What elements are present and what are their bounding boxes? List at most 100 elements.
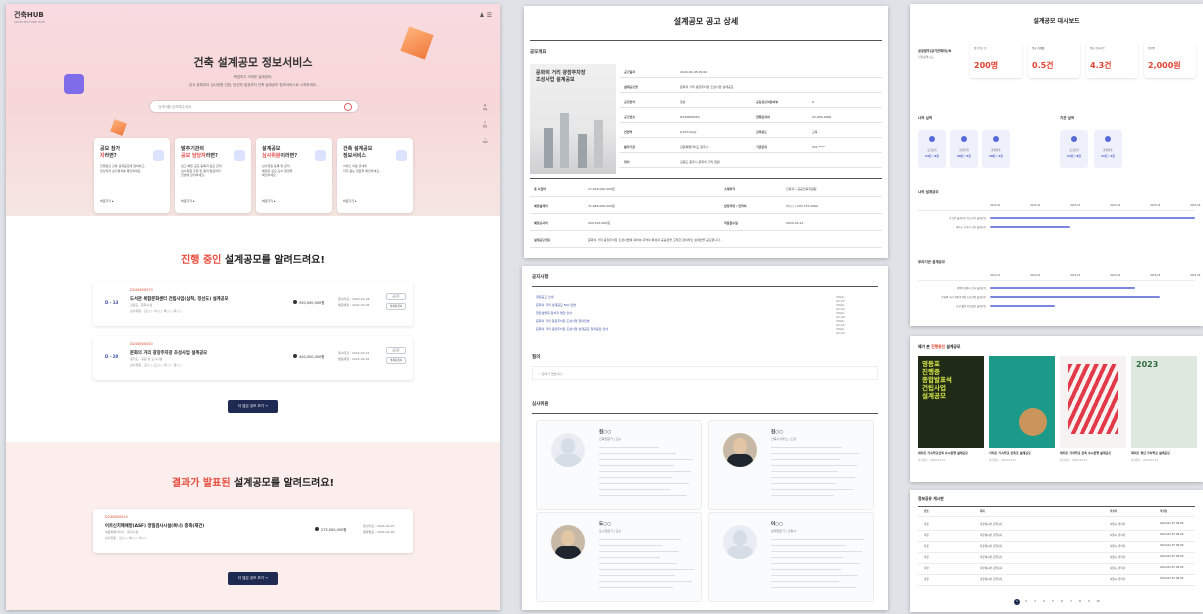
role-card-link[interactable]: 바로가기 ▸: [100, 199, 114, 203]
role-card-link[interactable]: 바로가기 ▸: [181, 199, 195, 203]
stat-card: 평균 경쟁률 0.5건: [1028, 42, 1080, 78]
user-icon[interactable]: ♟: [479, 12, 484, 19]
competition-title[interactable]: 대지조 가지학교 건축 수시진행 설계공모: [1060, 451, 1128, 455]
competition-title[interactable]: 어르신치매예방(ASF) 정밀검사시설(복나) 증축(재건): [105, 523, 204, 529]
jury-card[interactable]: 김○○ 건축사사무소 | 소장: [708, 420, 874, 510]
notice-file-button[interactable]: 공고문: [386, 293, 406, 300]
jury-card[interactable]: 도○○ 도시전문가 | 교수: [536, 512, 702, 602]
quick-list-button[interactable]: ▤ 목록: [478, 104, 492, 111]
stat-card: 진행중 2,000원: [1144, 42, 1196, 78]
role-card-link[interactable]: 바로가기 ▸: [343, 199, 357, 203]
competition-title[interactable]: 대지조 기숙학교건축 수시진행 설계공모: [918, 451, 986, 455]
menu-icon[interactable]: ☰: [487, 12, 492, 19]
site-logo[interactable]: 건축HUB ARCHITECTURE HUB: [14, 10, 45, 24]
notice-item[interactable]: 현장설명회 참석자 명단 안내 2024-02-20: [536, 311, 845, 319]
career-line: [599, 539, 681, 540]
gantt-bar[interactable]: [990, 226, 1070, 228]
board-divider: [918, 574, 1195, 575]
board-post-title[interactable]: 자유게시판 글입니다: [980, 577, 1002, 581]
competition-poster[interactable]: 영등포 진행중 종합발표석 건립사업 설계공모: [918, 356, 984, 448]
search-input[interactable]: 검색어를 입력해주세요: [149, 100, 359, 113]
result-row[interactable]: D240800010 어르신치매예방(ASF) 정밀검사시설(복나) 증축(재건)…: [93, 509, 413, 553]
career-line: [771, 465, 857, 466]
role-card[interactable]: 건축 설계공모 정보서비스 서비스 이용 안내와 자주 묻는 질문을 확인하세요. 바…: [337, 138, 413, 213]
gantt-bar[interactable]: [990, 305, 1055, 307]
coin-icon: [315, 527, 319, 531]
page-number[interactable]: 6: [1059, 599, 1065, 605]
stat-label: 진행중: [1148, 47, 1155, 50]
scroll-top-button[interactable]: ↑ TOP: [478, 138, 492, 144]
competition-row[interactable]: D240800070 D - 13 도서관 복합문화센터 건립사업(삼척, 정선도)…: [93, 282, 413, 326]
more-result-button[interactable]: 더 많은 공모 보기 →: [228, 572, 278, 585]
gallery-heading: 제가 본 진행중인 설계공모: [918, 344, 961, 349]
board-post-title[interactable]: 자유게시판 글입니다: [980, 544, 1002, 548]
board-post-title[interactable]: 자유게시판 글입니다: [980, 555, 1002, 559]
notice-item[interactable]: 문화의 거리 설계공모 FAQ 답변 2024-02-23: [536, 303, 845, 311]
competition-poster[interactable]: [1060, 356, 1126, 448]
more-ongoing-button[interactable]: 더 많은 공모 보기 →: [228, 400, 278, 413]
board-post-title[interactable]: 자유게시판 글입니다: [980, 522, 1002, 526]
career-line: [771, 539, 864, 540]
gantt-bar[interactable]: [990, 287, 1135, 289]
page-title: 건축 설계공모 정보서비스: [193, 56, 313, 69]
board-post-title[interactable]: 자유게시판 글입니다: [980, 533, 1002, 537]
competition-row[interactable]: D240800050 D - 20 문화의 거리 광장주차장 조성사업 설계공모 경기…: [93, 336, 413, 380]
jury-card[interactable]: 이○○ 설계전문가 | 건축사: [708, 512, 874, 602]
stat-icon: [929, 136, 935, 142]
page-number[interactable]: 2: [1023, 599, 1029, 605]
notice-item[interactable]: 문화의 거리 광장주차장 조성사업 질의답변 2024-02-15: [536, 319, 845, 327]
dashboard-title: 설계공모 대시보드: [1033, 18, 1080, 25]
stat-icon: [1105, 136, 1111, 142]
detail-value: O: [812, 100, 815, 104]
page-number[interactable]: 4: [1041, 599, 1047, 605]
board-cell: 서울시 관리자: [1110, 567, 1126, 570]
gantt-bar[interactable]: [990, 296, 1160, 298]
role-card[interactable]: 발주기관의 공모 담당자라면? 쉽고 빠른 공모 등록과 공모 관리 심사위원 추첨…: [175, 138, 251, 213]
search-icon[interactable]: [344, 103, 352, 111]
jury-card[interactable]: 김○○ 건축전문가 | 교수: [536, 420, 702, 510]
avatar: [723, 433, 757, 467]
detail-value: 031-****: [812, 145, 825, 149]
competition-title[interactable]: 대지조 청년 가치학교 설계공모: [1131, 451, 1199, 455]
competition-jury: 심사위원 : 김○○, 박○○, 이○○: [105, 536, 147, 540]
page-number[interactable]: 8: [1077, 599, 1083, 605]
competition-deadline: 마감일자 : 2024-03-21: [918, 459, 946, 462]
board-post-title[interactable]: 자유게시판 글입니다: [980, 566, 1002, 570]
notice-item[interactable]: 정정공고 안내 2024-02-27: [536, 295, 845, 303]
stat-mini-card[interactable]: 심사진행 20건 / 5건: [950, 130, 978, 168]
page-number[interactable]: 5: [1050, 599, 1056, 605]
page-number[interactable]: 9: [1086, 599, 1092, 605]
stat-mini-card[interactable]: 결과발표 18건 / 3건: [982, 130, 1010, 168]
page-number[interactable]: 1: [1014, 599, 1020, 605]
org-region: 인천광역시교: [918, 55, 934, 59]
competition-title[interactable]: 문화의 거리 광장주차장 조성사업 설계공모: [130, 350, 207, 356]
role-card-link[interactable]: 바로가기 ▸: [262, 199, 276, 203]
guide-file-button[interactable]: 설계지침서: [386, 357, 406, 364]
role-card[interactable]: 설계공모 심사위원이라면? 심사위원 등록 및 관리 배정된 공모 심사 일정을 확…: [256, 138, 332, 213]
role-card[interactable]: 공모 참가 자라면? 진행중인 건축 설계공모에 참여하고, 당선작과 심사결과를 …: [94, 138, 170, 213]
career-line: [771, 575, 858, 576]
guide-file-button[interactable]: 설계지침서: [386, 303, 406, 310]
competition-poster[interactable]: 2023: [1131, 356, 1197, 448]
dday-badge: D - 13: [105, 300, 119, 305]
notice-date: 2024-02-27: [836, 295, 845, 303]
detail-label: 설계공모명: [624, 85, 638, 89]
stat-value: 2,000원: [1148, 61, 1181, 70]
poster-pattern: [1068, 364, 1118, 434]
competition-title[interactable]: 가지조 기숙학교 건축조 설계공모: [989, 451, 1057, 455]
stat-mini-card[interactable]: 공고등록 24건 / 8건: [1060, 130, 1088, 168]
page-number[interactable]: 3: [1032, 599, 1038, 605]
competition-poster[interactable]: [989, 356, 1055, 448]
competition-title[interactable]: 도서관 복합문화센터 건립사업(삼척, 정선도) 설계공모: [130, 296, 229, 302]
notice-file-button[interactable]: 공고문: [386, 347, 406, 354]
career-line: [599, 563, 677, 564]
notice-item[interactable]: 문화의 거리 광장주차장 조성사업 설계공모 질의응답 안내 2024-02-10: [536, 327, 845, 335]
quick-alert-button[interactable]: □ 알림: [478, 121, 492, 128]
board-divider: [918, 516, 1195, 517]
page-number[interactable]: 7: [1068, 599, 1074, 605]
page-number[interactable]: 10: [1095, 599, 1101, 605]
stat-mini-card[interactable]: 결과발표 11건 / 2건: [1094, 130, 1122, 168]
detail-value: 71,666,000,000원: [588, 204, 615, 208]
stat-mini-card[interactable]: 공고등록 24건 / 8건: [918, 130, 946, 168]
gantt-bar[interactable]: [990, 217, 1195, 219]
